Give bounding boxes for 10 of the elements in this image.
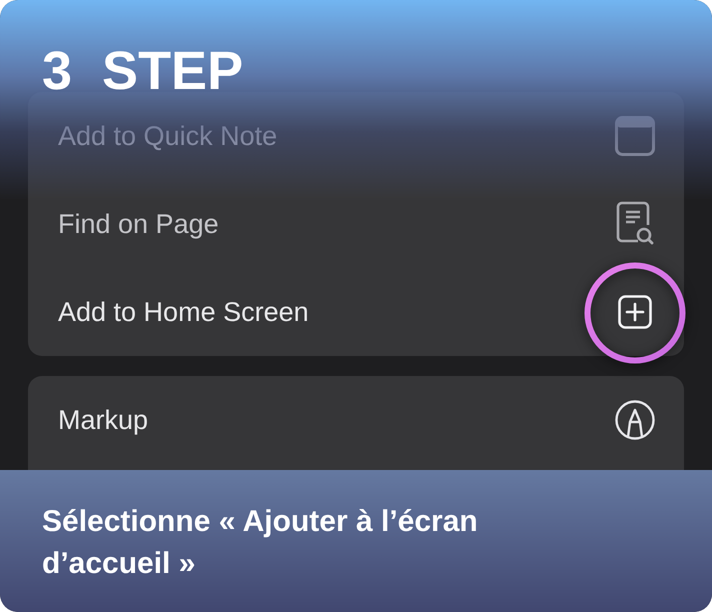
caption-text: Sélectionne « Ajouter à l’écran d’accueil » [42,504,479,582]
document-search-icon [616,201,654,247]
menu-item-label[interactable]: Find on Page [58,204,219,244]
step-label: STEP [102,44,244,98]
pen-circle-icon [615,400,655,440]
menu-item-label[interactable]: Add to Home Screen [58,292,309,332]
note-icon [615,116,655,156]
step-number: 3 [42,44,72,98]
menu-item-label[interactable]: Markup [58,400,148,440]
add-square-icon [618,295,652,329]
